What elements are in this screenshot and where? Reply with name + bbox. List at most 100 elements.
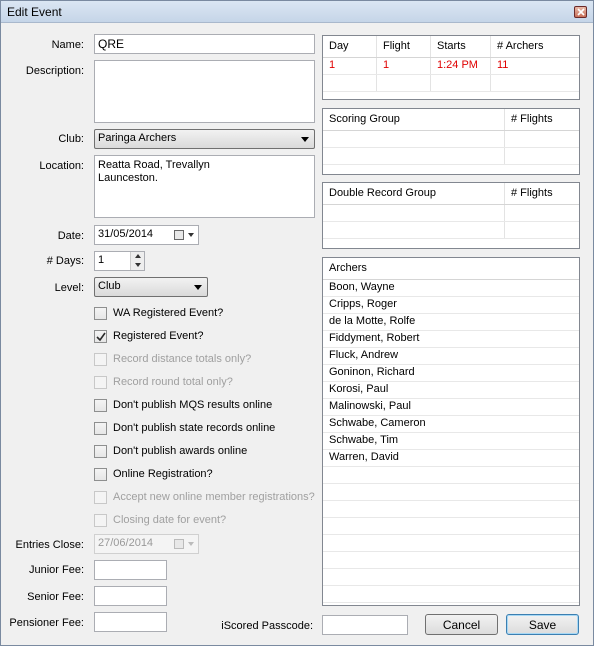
spin-up-icon[interactable]: [130, 252, 144, 261]
entries-close-picker[interactable]: 27/06/2014: [94, 534, 199, 554]
chevron-down-icon[interactable]: [188, 233, 194, 237]
level-select[interactable]: Club: [94, 277, 208, 297]
table-row[interactable]: [323, 205, 579, 222]
archer-name: Schwabe, Cameron: [329, 417, 426, 429]
list-item[interactable]: [323, 535, 579, 552]
cell-flight: 1: [377, 58, 431, 74]
table-row[interactable]: [323, 131, 579, 148]
spin-down-icon[interactable]: [130, 261, 144, 270]
online-registration-checkbox[interactable]: Online Registration?: [94, 466, 213, 482]
pensioner-fee-label: Pensioner Fee:: [9, 617, 84, 629]
list-item[interactable]: Boon, Wayne: [323, 280, 579, 297]
archers-list[interactable]: Archers Boon, Wayne Cripps, Roger de la Mo…: [322, 257, 580, 606]
checkbox-label: Record distance totals only?: [113, 353, 252, 365]
table-row[interactable]: [323, 75, 579, 92]
archer-name: Cripps, Roger: [329, 298, 397, 310]
col-header-double-record-group[interactable]: Double Record Group: [323, 183, 505, 204]
table-row[interactable]: [323, 222, 579, 239]
archer-name: Malinowski, Paul: [329, 400, 411, 412]
list-item[interactable]: Fiddyment, Robert: [323, 331, 579, 348]
junior-fee-field[interactable]: [94, 560, 167, 580]
scoring-group-grid[interactable]: Scoring Group # Flights: [322, 108, 580, 175]
days-label: # Days:: [46, 255, 84, 267]
archer-name: Warren, David: [329, 451, 399, 463]
location-field[interactable]: Reatta Road, Trevallyn Launceston.: [94, 155, 315, 218]
registered-event-checkbox[interactable]: Registered Event?: [94, 328, 204, 344]
list-item[interactable]: [323, 518, 579, 535]
col-header-scoring-group[interactable]: Scoring Group: [323, 109, 505, 130]
chevron-down-icon: [188, 542, 194, 546]
dont-publish-awards-checkbox[interactable]: Don't publish awards online: [94, 443, 247, 459]
col-header-archers-name[interactable]: Archers: [323, 258, 579, 279]
club-label: Club:: [58, 133, 84, 145]
list-item[interactable]: [323, 552, 579, 569]
senior-fee-field[interactable]: [94, 586, 167, 606]
days-stepper[interactable]: 1: [94, 251, 145, 271]
archer-name: Fluck, Andrew: [329, 349, 399, 361]
archer-name: de la Motte, Rolfe: [329, 315, 416, 327]
flights-grid[interactable]: Day Flight Starts # Archers 1 1 1:24 PM …: [322, 35, 580, 100]
list-item[interactable]: [323, 586, 579, 603]
table-row[interactable]: 1 1 1:24 PM 11: [323, 58, 579, 75]
list-item[interactable]: [323, 501, 579, 518]
list-item[interactable]: de la Motte, Rolfe: [323, 314, 579, 331]
check-icon: [96, 332, 106, 341]
description-field[interactable]: [94, 60, 315, 123]
dont-publish-mqs-checkbox[interactable]: Don't publish MQS results online: [94, 397, 272, 413]
close-button[interactable]: [574, 6, 587, 18]
list-item[interactable]: Warren, David: [323, 450, 579, 467]
dont-publish-state-records-checkbox[interactable]: Don't publish state records online: [94, 420, 275, 436]
col-header-starts[interactable]: Starts: [431, 36, 491, 57]
edit-event-window: Edit Event Name: QRE Description: Club: …: [0, 0, 594, 646]
col-header-day[interactable]: Day: [323, 36, 377, 57]
entries-close-label: Entries Close:: [15, 539, 84, 551]
iscored-passcode-field[interactable]: [322, 615, 408, 635]
calendar-icon: [174, 539, 184, 549]
checkbox-box[interactable]: [94, 467, 107, 481]
col-header-scoring-flights[interactable]: # Flights: [505, 109, 579, 130]
list-item[interactable]: Schwabe, Tim: [323, 433, 579, 450]
chevron-down-icon: [301, 137, 309, 142]
archer-name: Korosi, Paul: [329, 383, 389, 395]
col-header-double-flights[interactable]: # Flights: [505, 183, 579, 204]
junior-fee-label: Junior Fee:: [28, 564, 84, 576]
scoring-grid-header: Scoring Group # Flights: [323, 109, 579, 131]
list-item[interactable]: Schwabe, Cameron: [323, 416, 579, 433]
checkbox-label: WA Registered Event?: [113, 307, 224, 319]
checkbox-box[interactable]: [94, 306, 107, 320]
cell-starts: 1:24 PM: [431, 58, 491, 74]
list-item[interactable]: [323, 467, 579, 484]
checkbox-box[interactable]: [94, 398, 107, 412]
wa-registered-checkbox[interactable]: WA Registered Event?: [94, 305, 223, 321]
list-item[interactable]: Goninon, Richard: [323, 365, 579, 382]
list-item[interactable]: [323, 484, 579, 501]
accept-new-member-registrations-checkbox: Accept new online member registrations?: [94, 489, 315, 505]
window-title: Edit Event: [7, 5, 62, 19]
checkbox-box: [94, 490, 107, 504]
list-item[interactable]: Malinowski, Paul: [323, 399, 579, 416]
double-grid-header: Double Record Group # Flights: [323, 183, 579, 205]
level-value: Club: [98, 280, 121, 292]
date-picker[interactable]: 31/05/2014: [94, 225, 199, 245]
pensioner-fee-field[interactable]: [94, 612, 167, 632]
list-item[interactable]: Korosi, Paul: [323, 382, 579, 399]
list-item[interactable]: Fluck, Andrew: [323, 348, 579, 365]
checkbox-label: Registered Event?: [113, 330, 204, 342]
checkbox-box[interactable]: [94, 421, 107, 435]
checkbox-box[interactable]: [94, 444, 107, 458]
col-header-flight[interactable]: Flight: [377, 36, 431, 57]
name-field[interactable]: QRE: [94, 34, 315, 54]
checkbox-box[interactable]: [94, 329, 107, 343]
checkbox-label: Record round total only?: [113, 376, 233, 388]
cancel-button[interactable]: Cancel: [425, 614, 498, 635]
save-button[interactable]: Save: [506, 614, 579, 635]
list-item[interactable]: [323, 569, 579, 586]
double-record-grid[interactable]: Double Record Group # Flights: [322, 182, 580, 249]
list-item[interactable]: Cripps, Roger: [323, 297, 579, 314]
col-header-archers[interactable]: # Archers: [491, 36, 579, 57]
table-row[interactable]: [323, 148, 579, 165]
club-select[interactable]: Paringa Archers: [94, 129, 315, 149]
title-bar[interactable]: Edit Event: [1, 1, 593, 23]
calendar-icon[interactable]: [174, 230, 184, 240]
iscored-passcode-label: iScored Passcode:: [221, 620, 313, 632]
